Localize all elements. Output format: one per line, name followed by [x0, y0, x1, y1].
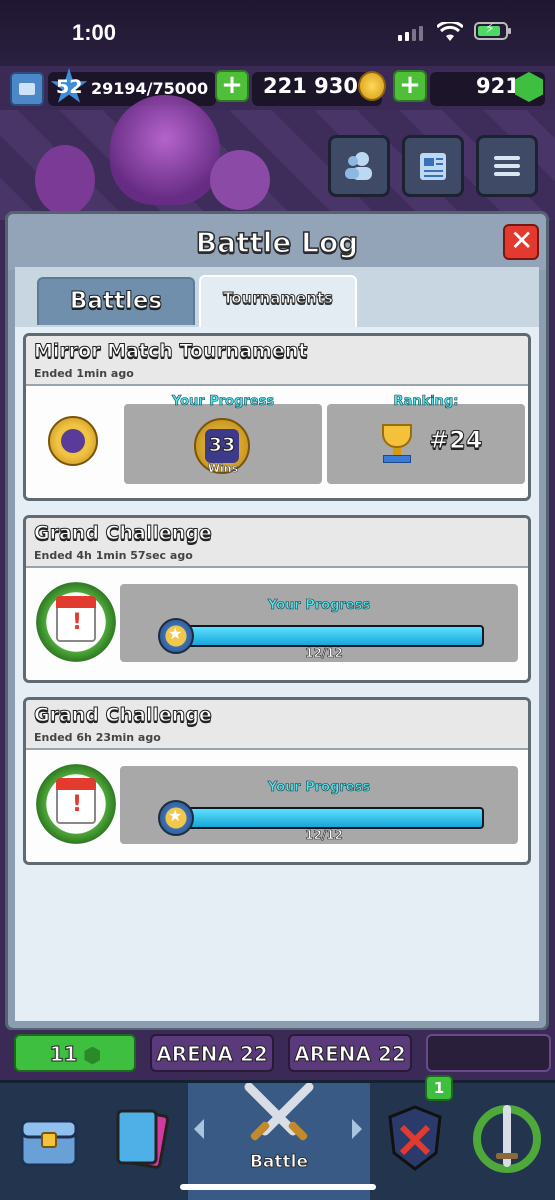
- progress-bar-fill: [166, 627, 482, 645]
- tab-tournaments-label: Tournaments: [222, 289, 333, 308]
- challenge-calendar-icon: !: [36, 582, 116, 662]
- add-gold-button[interactable]: +: [393, 70, 427, 102]
- clan-shield-icon: [388, 1105, 442, 1171]
- arena-label: ARENA 22: [156, 1042, 269, 1067]
- bottom-nav: Battle: [0, 1080, 555, 1200]
- entry-header: Mirror Match Tournament Ended 1min ago: [26, 336, 528, 386]
- home-indicator[interactable]: [180, 1184, 376, 1190]
- progress-count: 12/12: [305, 828, 343, 843]
- wifi-icon: [437, 22, 463, 41]
- progress-label: Your Progress: [267, 780, 371, 796]
- archer-character-art: [35, 145, 95, 215]
- challenge-calendar-icon: !: [36, 764, 116, 844]
- friends-icon: [345, 152, 372, 180]
- entry-title: Mirror Match Tournament: [33, 340, 308, 363]
- player-level: 52: [56, 76, 83, 98]
- news-button[interactable]: [402, 135, 464, 197]
- nav-cards[interactable]: [96, 1093, 186, 1183]
- ranking-panel: Ranking: #24: [327, 394, 525, 484]
- arena-chip-1[interactable]: ARENA 22: [150, 1034, 274, 1072]
- rank-value: #24: [429, 426, 484, 455]
- nav-clan[interactable]: [370, 1093, 460, 1183]
- laurel-sword-icon: [473, 1105, 541, 1173]
- arena-chip-empty[interactable]: [426, 1034, 551, 1072]
- nav-events[interactable]: [462, 1093, 552, 1183]
- close-icon: ✕: [510, 224, 534, 257]
- tab-battles[interactable]: Battles: [37, 277, 195, 325]
- experience-counter: 29194/75000: [91, 79, 209, 98]
- treasure-chest-icon: [20, 1119, 78, 1167]
- entry-header: Grand Challenge Ended 6h 23min ago: [26, 700, 528, 750]
- add-xp-button[interactable]: +: [215, 70, 249, 102]
- ranking-label: Ranking:: [393, 394, 459, 410]
- progress-label: Your Progress: [267, 598, 371, 614]
- tournament-entry[interactable]: Grand Challenge Ended 4h 1min 57sec ago …: [23, 515, 531, 683]
- nav-battle-label: Battle: [249, 1152, 309, 1173]
- arena-label: ARENA 22: [294, 1042, 407, 1067]
- tournament-crown-icon: [48, 416, 98, 466]
- entry-ended-time: Ended 6h 23min ago: [34, 731, 161, 744]
- profile-icon[interactable]: [10, 72, 44, 106]
- news-icon: [420, 153, 446, 180]
- gem-counter: 921: [476, 74, 520, 98]
- progress-bar: [164, 807, 484, 829]
- crossed-swords-icon: [244, 1083, 314, 1141]
- menu-button[interactable]: [476, 135, 538, 197]
- battery-charging-icon: ⚡: [474, 21, 511, 40]
- chip-gem-count: 11: [49, 1042, 78, 1067]
- battle-log-modal: Battle Log ✕ Battles Tournaments Mirror …: [5, 211, 549, 1031]
- trophy-icon: [377, 424, 417, 468]
- tab-bar: Battles Tournaments: [15, 267, 539, 327]
- modal-header: Battle Log ✕: [8, 214, 546, 270]
- status-time: 1:00: [72, 20, 117, 45]
- progress-bar: [164, 625, 484, 647]
- cards-icon: [116, 1109, 170, 1169]
- gem-icon: [84, 1046, 101, 1065]
- wins-label: Wins: [207, 462, 239, 476]
- entry-ended-time: Ended 4h 1min 57sec ago: [34, 549, 193, 562]
- gold-coin-icon: [358, 71, 386, 101]
- entry-title: Grand Challenge: [34, 704, 213, 727]
- arena-row: 11 ARENA 22 ARENA 22: [0, 1030, 555, 1075]
- nav-left-arrow-icon[interactable]: [190, 1117, 208, 1141]
- tournament-entry[interactable]: Mirror Match Tournament Ended 1min ago Y…: [23, 333, 531, 501]
- tournament-entry[interactable]: Grand Challenge Ended 6h 23min ago ! You…: [23, 697, 531, 865]
- wins-value: 33: [208, 434, 236, 457]
- tournament-list: Mirror Match Tournament Ended 1min ago Y…: [15, 327, 539, 1021]
- progress-count: 12/12: [305, 646, 343, 661]
- modal-title: Battle Log: [195, 225, 359, 260]
- hero-character-art: [110, 95, 220, 205]
- status-bar: 1:00 ⚡: [0, 0, 555, 66]
- hamburger-menu-icon: [494, 156, 520, 176]
- modal-body: Battles Tournaments Mirror Match Tournam…: [15, 267, 539, 1021]
- tab-battles-label: Battles: [69, 288, 163, 315]
- tab-tournaments[interactable]: Tournaments: [199, 275, 357, 327]
- progress-label: Your Progress: [171, 394, 275, 410]
- entry-header: Grand Challenge Ended 4h 1min 57sec ago: [26, 518, 528, 568]
- progress-panel: Your Progress 12/12: [120, 584, 518, 662]
- cellular-signal-icon: [398, 26, 423, 41]
- gold-counter: 221 930: [263, 74, 358, 98]
- nav-right-arrow-icon[interactable]: [348, 1117, 366, 1141]
- nav-shop[interactable]: [4, 1093, 94, 1183]
- entry-ended-time: Ended 1min ago: [34, 367, 134, 380]
- gem-chip[interactable]: 11: [14, 1034, 136, 1072]
- progress-bar-fill: [166, 809, 482, 827]
- archer-character-art-2: [210, 150, 270, 210]
- progress-panel: Your Progress 12/12: [120, 766, 518, 844]
- social-button[interactable]: [328, 135, 390, 197]
- close-button[interactable]: ✕: [503, 224, 539, 260]
- entry-title: Grand Challenge: [34, 522, 213, 545]
- clan-notification-badge: 1: [425, 1075, 453, 1101]
- arena-chip-2[interactable]: ARENA 22: [288, 1034, 412, 1072]
- progress-panel: Your Progress 33 Wins: [124, 394, 322, 484]
